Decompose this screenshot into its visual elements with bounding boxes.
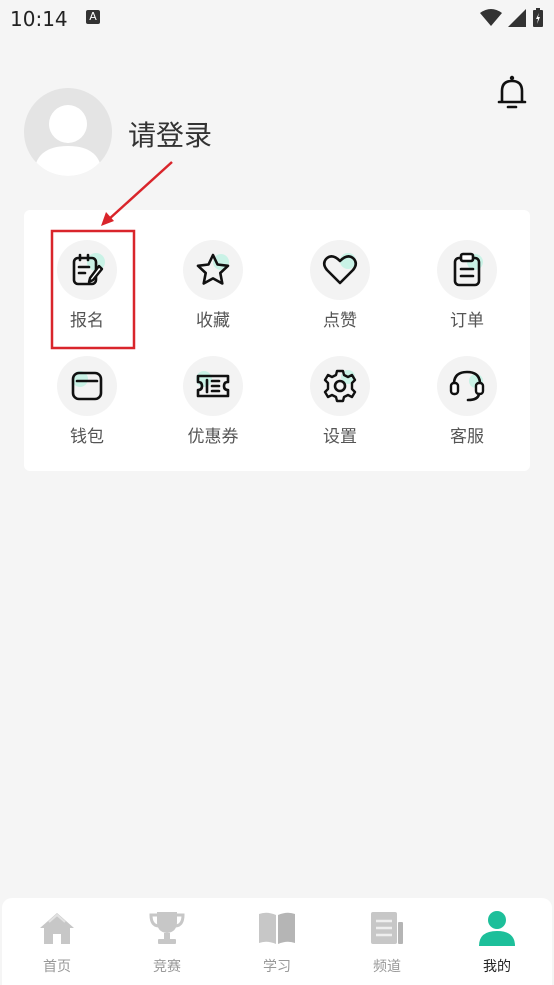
grid-item-label: 订单 (450, 311, 484, 331)
tab-channel[interactable]: 频道 (332, 898, 442, 985)
signal-icon (508, 9, 526, 27)
grid-item-label: 钱包 (70, 427, 104, 447)
bottom-tab-bar: 首页 竞赛 学习 频道 我的 (2, 898, 552, 985)
tab-label: 学习 (263, 959, 291, 975)
notification-icon: A (86, 10, 100, 24)
star-icon (196, 253, 230, 285)
tab-competition[interactable]: 竞赛 (112, 898, 222, 985)
grid-item-favorites[interactable]: 收藏 (158, 240, 268, 345)
clipboard-icon (453, 252, 483, 287)
grid-item-label: 报名 (70, 311, 104, 331)
tab-mine[interactable]: 我的 (442, 898, 552, 985)
wallet-icon (71, 371, 103, 401)
grid-item-wallet[interactable]: 钱包 (32, 356, 142, 461)
grid-item-orders[interactable]: 订单 (412, 240, 522, 345)
tab-label: 竞赛 (153, 959, 181, 975)
status-time: 10:14 (10, 7, 68, 31)
tab-home[interactable]: 首页 (2, 898, 112, 985)
tab-study[interactable]: 学习 (222, 898, 332, 985)
bell-icon (497, 75, 527, 109)
system-icons (480, 8, 544, 28)
status-bar: 10:14 A (0, 0, 554, 38)
grid-item-likes[interactable]: 点赞 (285, 240, 395, 345)
default-avatar-icon (34, 105, 102, 176)
notification-bell-button[interactable] (496, 74, 528, 112)
avatar[interactable] (24, 88, 112, 176)
coupon-icon (196, 371, 230, 398)
grid-item-customer-service[interactable]: 客服 (412, 356, 522, 461)
wifi-icon (480, 9, 502, 26)
grid-item-label: 收藏 (196, 311, 230, 331)
grid-item-label: 点赞 (323, 311, 357, 331)
trophy-icon (149, 912, 185, 944)
headset-icon (449, 370, 485, 402)
login-prompt[interactable]: 请登录 (128, 114, 212, 154)
grid-item-label: 优惠券 (187, 427, 239, 447)
grid-item-label: 设置 (323, 427, 357, 447)
book-icon (259, 912, 295, 944)
feature-grid: 报名 收藏 点赞 订单 钱包 优惠券 设置 客服 (24, 210, 530, 471)
grid-item-signup[interactable]: 报名 (32, 240, 142, 345)
tab-label: 我的 (483, 959, 511, 975)
heart-icon (322, 253, 358, 285)
grid-item-settings[interactable]: 设置 (285, 356, 395, 461)
gear-icon (323, 369, 357, 403)
grid-item-label: 客服 (450, 427, 484, 447)
grid-item-coupons[interactable]: 优惠券 (158, 356, 268, 461)
battery-icon (533, 8, 543, 27)
home-icon (40, 913, 74, 944)
news-icon (371, 912, 403, 944)
signup-icon (72, 253, 105, 286)
user-icon (479, 911, 515, 946)
tab-label: 首页 (43, 959, 71, 975)
tab-label: 频道 (373, 959, 401, 975)
